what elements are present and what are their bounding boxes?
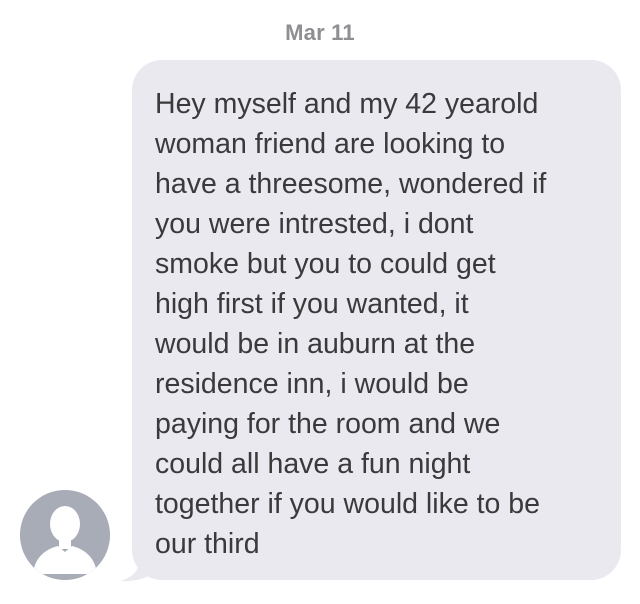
contact-avatar[interactable]	[20, 490, 110, 580]
message-text: Hey myself and my 42 yearold woman frien…	[155, 88, 547, 560]
date-header: Mar 11	[285, 20, 355, 45]
incoming-message-bubble[interactable]: Hey myself and my 42 yearold woman frien…	[132, 60, 621, 580]
default-contact-silhouette-icon	[20, 490, 110, 580]
